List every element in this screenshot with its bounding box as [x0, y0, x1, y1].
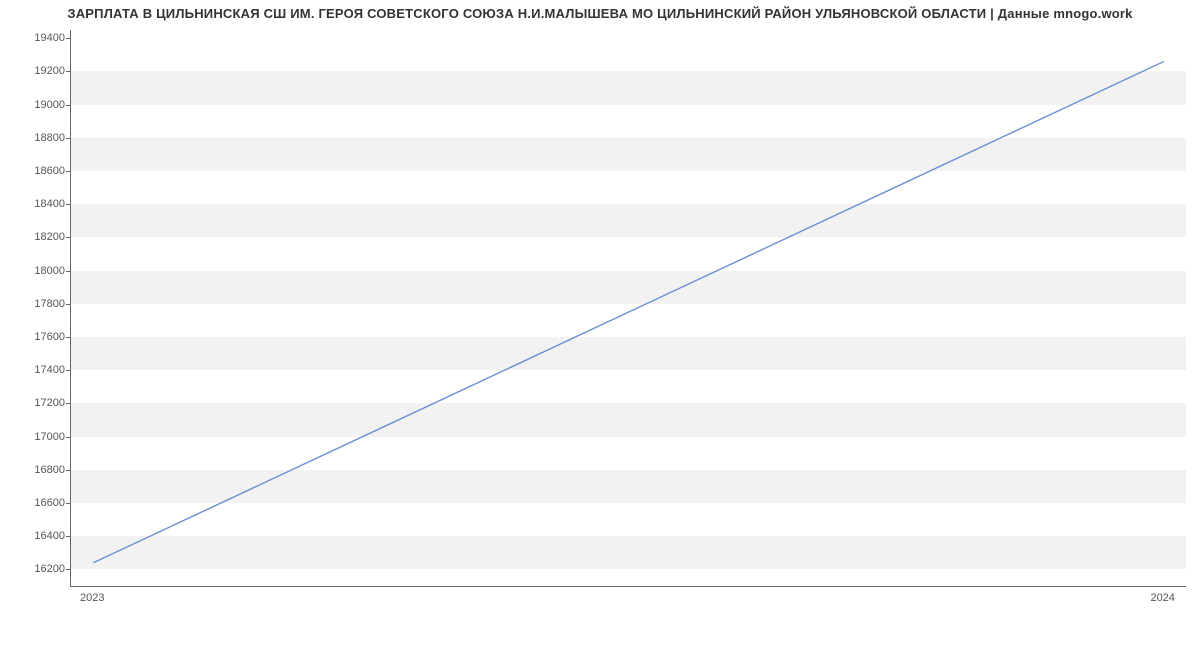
- x-tick-label: 2024: [1150, 592, 1174, 604]
- y-tick-label: 17400: [5, 364, 65, 376]
- y-tick-mark: [66, 503, 70, 504]
- y-tick-label: 16200: [5, 563, 65, 575]
- y-tick-mark: [66, 536, 70, 537]
- y-tick-mark: [66, 271, 70, 272]
- chart-title: ЗАРПЛАТА В ЦИЛЬНИНСКАЯ СШ ИМ. ГЕРОЯ СОВЕ…: [0, 6, 1200, 21]
- y-tick-mark: [66, 105, 70, 106]
- y-tick-mark: [66, 569, 70, 570]
- y-tick-label: 19400: [5, 32, 65, 44]
- y-tick-label: 19200: [5, 65, 65, 77]
- line-layer: [71, 30, 1186, 586]
- y-tick-label: 16600: [5, 497, 65, 509]
- y-tick-label: 16800: [5, 464, 65, 476]
- plot-area: [70, 30, 1186, 587]
- y-tick-mark: [66, 138, 70, 139]
- y-tick-label: 17800: [5, 298, 65, 310]
- y-tick-mark: [66, 370, 70, 371]
- series-line: [93, 62, 1163, 563]
- y-tick-mark: [66, 304, 70, 305]
- y-tick-mark: [66, 470, 70, 471]
- y-tick-label: 17000: [5, 431, 65, 443]
- y-tick-label: 17600: [5, 331, 65, 343]
- y-tick-label: 18600: [5, 165, 65, 177]
- y-tick-mark: [66, 437, 70, 438]
- y-tick-label: 18800: [5, 132, 65, 144]
- y-tick-mark: [66, 171, 70, 172]
- y-tick-label: 17200: [5, 397, 65, 409]
- y-tick-mark: [66, 38, 70, 39]
- y-tick-label: 16400: [5, 530, 65, 542]
- y-tick-mark: [66, 337, 70, 338]
- y-tick-mark: [66, 403, 70, 404]
- y-tick-mark: [66, 204, 70, 205]
- y-tick-label: 18200: [5, 231, 65, 243]
- x-tick-label: 2023: [80, 592, 104, 604]
- y-tick-label: 19000: [5, 99, 65, 111]
- y-tick-label: 18400: [5, 198, 65, 210]
- chart-container: ЗАРПЛАТА В ЦИЛЬНИНСКАЯ СШ ИМ. ГЕРОЯ СОВЕ…: [0, 0, 1200, 650]
- y-tick-label: 18000: [5, 265, 65, 277]
- y-tick-mark: [66, 237, 70, 238]
- y-tick-mark: [66, 71, 70, 72]
